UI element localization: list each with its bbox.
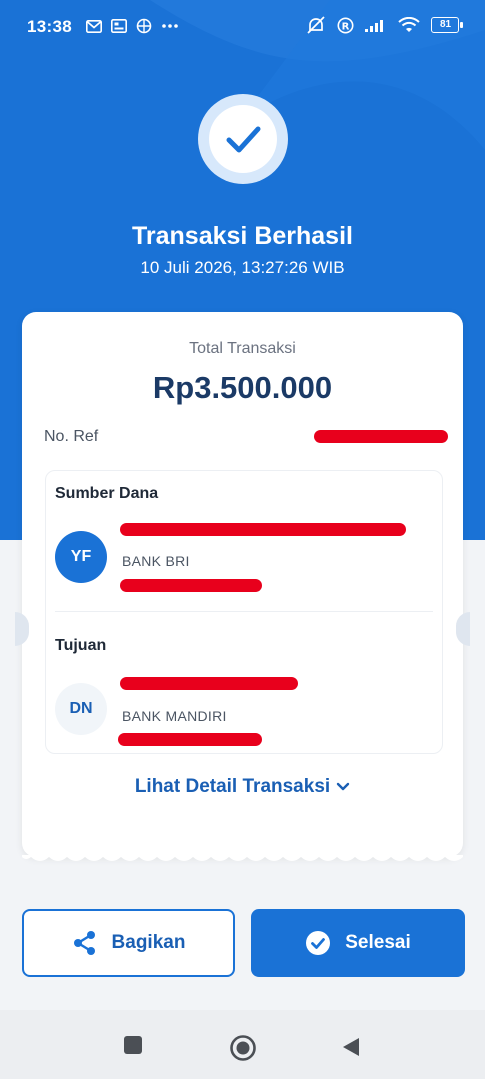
chevron-down-icon [336,782,350,791]
registered-icon: R [337,17,354,33]
source-name-redaction [120,523,406,536]
done-button-label: Selesai [345,932,411,953]
ticket-notch-left [15,612,29,646]
ticket-notch-right [456,612,470,646]
destination-name-redaction [120,677,298,690]
gmail-icon [86,19,102,33]
total-label: Total Transaksi [189,340,296,357]
source-bank: BANK BRI [122,553,190,569]
more-dots-icon [162,24,178,28]
total-amount: Rp3.500.000 [152,370,333,405]
check-icon [226,126,261,153]
wifi-icon [398,17,420,32]
destination-avatar: DN [55,683,107,735]
home-icon[interactable] [229,1034,257,1062]
back-icon[interactable] [340,1036,362,1058]
source-section-title: Sumber Dana [55,485,159,502]
check-circle-icon [306,931,331,955]
view-transaction-detail-link[interactable]: Lihat Detail Transaksi [22,776,463,798]
detail-link-label: Lihat Detail Transaksi [134,776,331,797]
mute-icon [307,16,325,34]
svg-text:R: R [342,21,350,32]
gallery-icon [111,19,127,33]
destination-account-redaction [118,733,262,746]
vpn-icon [136,18,152,34]
destination-bank: BANK MANDIRI [122,708,227,724]
source-account-redaction [120,579,262,592]
status-time: 13:38 [27,17,72,36]
source-avatar: YF [55,531,107,583]
party-details: Sumber Dana YF BANK BRI Tujuan DN BANK M… [45,470,443,754]
page-title: Transaksi Berhasil [132,222,353,250]
ref-label: No. Ref [44,428,99,445]
destination-section-title: Tujuan [55,637,107,654]
receipt-card: Total Transaksi Rp3.500.000 No. Ref Sumb… [15,312,470,861]
transaction-datetime: 10 Juli 2026, 13:27:26 WIB [140,258,345,277]
ref-number-redaction [314,430,448,443]
divider [55,611,433,612]
battery-icon: 81 [431,17,463,33]
recent-apps-icon[interactable] [123,1035,143,1055]
status-bar: 13:38 R 81 [0,0,485,56]
signal-icon [365,20,383,32]
share-icon [73,931,95,955]
battery-level: 81 [439,19,452,30]
ticket-scallop-edge [22,855,463,861]
success-badge [198,94,288,184]
done-button[interactable]: Selesai [251,909,465,977]
share-button[interactable]: Bagikan [22,909,235,977]
share-button-label: Bagikan [111,932,186,953]
system-navigation-bar [0,1010,485,1079]
